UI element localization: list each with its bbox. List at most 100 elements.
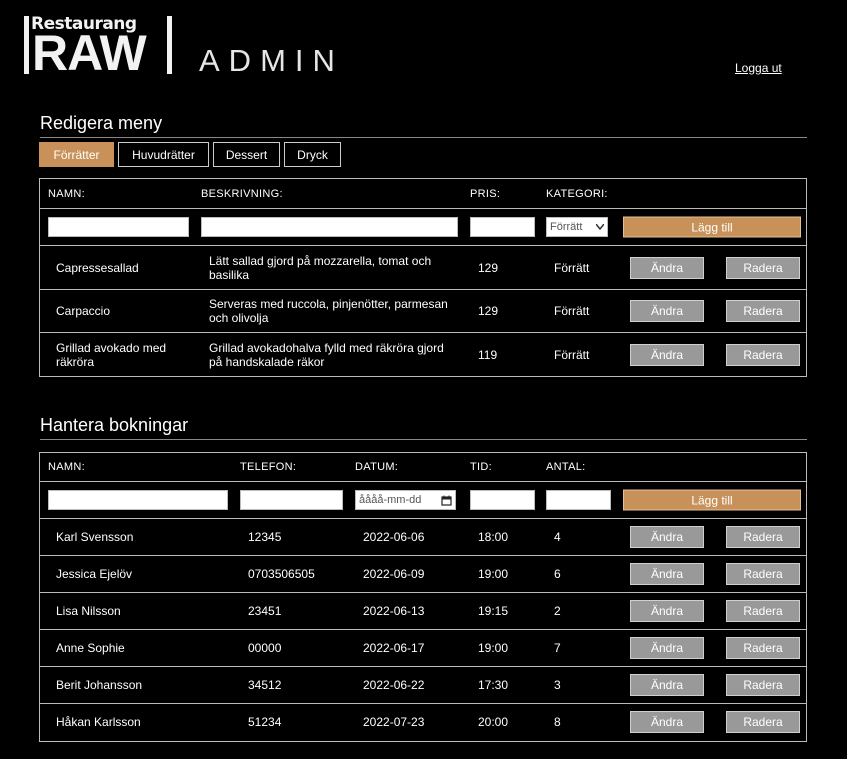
booking-row: Jessica Ejelöv 0703506505 2022-06-09 19:… — [40, 556, 806, 593]
dish-description: Lätt sallad gjord på mozzarella, tomat o… — [209, 253, 432, 282]
column-header-category: KATEGORI: — [546, 187, 608, 200]
delete-booking-button[interactable]: Radera — [726, 526, 800, 548]
column-header-description: BESKRIVNING: — [201, 187, 283, 200]
booking-date: 2022-06-22 — [363, 678, 425, 692]
booking-phone: 00000 — [248, 641, 282, 655]
booking-time: 19:00 — [478, 641, 509, 655]
booking-row: Håkan Karlsson 51234 2022-07-23 20:00 8 … — [40, 704, 806, 740]
booking-phone: 0703506505 — [248, 567, 315, 581]
delete-booking-button[interactable]: Radera — [726, 563, 800, 585]
booking-row: Karl Svensson 12345 2022-06-06 18:00 4 Ä… — [40, 519, 806, 556]
delete-dish-button[interactable]: Radera — [726, 300, 800, 322]
category-select[interactable]: Förrätt — [546, 217, 608, 237]
booking-count: 2 — [554, 604, 561, 618]
chevron-down-icon — [596, 224, 604, 230]
column-header-phone: TELEFON: — [240, 461, 297, 473]
tab-dessert[interactable]: Dessert — [213, 142, 280, 167]
logout-link[interactable]: Logga ut — [735, 61, 782, 75]
edit-booking-button[interactable]: Ändra — [630, 637, 704, 659]
booking-phone: 12345 — [248, 530, 282, 544]
column-header-price: PRIS: — [470, 187, 501, 200]
delete-dish-button[interactable]: Radera — [726, 343, 800, 366]
date-placeholder: åååå-mm-dd — [359, 494, 422, 506]
dish-price: 119 — [478, 347, 498, 362]
column-header-time: TID: — [470, 461, 492, 473]
restaurant-logo: Restaurang RAW — [24, 14, 172, 78]
dish-category: Förrätt — [554, 260, 590, 275]
tab-huvudratter[interactable]: Huvudrätter — [118, 142, 209, 167]
delete-dish-button[interactable]: Radera — [726, 256, 800, 279]
booking-date-input[interactable]: åååå-mm-dd — [355, 490, 456, 510]
tab-forratter[interactable]: Förrätter — [39, 142, 114, 167]
menu-add-form: Förrätt Lägg till — [40, 209, 806, 246]
add-booking-button[interactable]: Lägg till — [623, 489, 801, 511]
delete-booking-button[interactable]: Radera — [726, 711, 800, 733]
booking-row: Lisa Nilsson 23451 2022-06-13 19:15 2 Än… — [40, 593, 806, 630]
booking-phone: 51234 — [248, 715, 282, 729]
booking-count: 7 — [554, 641, 561, 655]
booking-name-input[interactable] — [48, 490, 228, 510]
booking-time: 19:00 — [478, 567, 509, 581]
booking-count-input[interactable] — [546, 490, 611, 510]
booking-phone: 34512 — [248, 678, 282, 692]
edit-dish-button[interactable]: Ändra — [630, 343, 704, 366]
calendar-icon[interactable] — [441, 495, 452, 506]
booking-time: 19:15 — [478, 604, 509, 618]
dish-category: Förrätt — [554, 347, 590, 362]
delete-booking-button[interactable]: Radera — [726, 600, 800, 622]
booking-time: 18:00 — [478, 530, 509, 544]
delete-booking-button[interactable]: Radera — [726, 674, 800, 696]
booking-name: Berit Johansson — [56, 678, 143, 692]
edit-booking-button[interactable]: Ändra — [630, 526, 704, 548]
edit-booking-button[interactable]: Ändra — [630, 600, 704, 622]
page-title: ADMIN — [199, 43, 344, 78]
menu-table-header: NAMN: BESKRIVNING: PRIS: KATEGORI: — [40, 179, 806, 209]
booking-name: Anne Sophie — [56, 641, 125, 655]
booking-count: 3 — [554, 678, 561, 692]
booking-time-input[interactable] — [470, 490, 535, 510]
booking-time: 20:00 — [478, 715, 509, 729]
category-tabs: Förrätter Huvudrätter Dessert Dryck — [39, 142, 341, 167]
menu-row: Carpaccio Serveras med ruccola, pinjenöt… — [40, 290, 806, 333]
dish-description: Serveras med ruccola, pinjenötter, parme… — [209, 297, 448, 325]
menu-row: Grillad avokado med räkröra Grillad avok… — [40, 333, 806, 376]
dish-name: Grillad avokado med räkröra — [56, 340, 167, 369]
tab-dryck[interactable]: Dryck — [284, 142, 341, 167]
booking-section-title: Hantera bokningar — [40, 415, 807, 440]
booking-count: 8 — [554, 715, 561, 729]
dish-name: Capressesallad — [56, 260, 139, 275]
edit-dish-button[interactable]: Ändra — [630, 256, 704, 279]
dish-name-input[interactable] — [48, 217, 189, 237]
edit-booking-button[interactable]: Ändra — [630, 711, 704, 733]
booking-add-form: åååå-mm-dd Lägg till — [40, 482, 806, 519]
edit-dish-button[interactable]: Ändra — [630, 300, 704, 322]
booking-row: Anne Sophie 00000 2022-06-17 19:00 7 Änd… — [40, 630, 806, 667]
logo-bar-left — [24, 16, 29, 74]
menu-table: NAMN: BESKRIVNING: PRIS: KATEGORI: Förrä… — [39, 178, 807, 377]
booking-date: 2022-06-09 — [363, 567, 425, 581]
menu-row: Capressesallad Lätt sallad gjord på mozz… — [40, 246, 806, 290]
column-header-name: NAMN: — [48, 187, 85, 200]
booking-table: NAMN: TELEFON: DATUM: TID: ANTAL: åååå-m… — [39, 452, 807, 742]
category-select-value: Förrätt — [550, 221, 583, 233]
booking-row: Berit Johansson 34512 2022-06-22 17:30 3… — [40, 667, 806, 704]
edit-booking-button[interactable]: Ändra — [630, 563, 704, 585]
dish-price: 129 — [478, 304, 499, 318]
dish-price: 129 — [478, 260, 499, 275]
dish-price-input[interactable] — [470, 217, 535, 237]
edit-booking-button[interactable]: Ändra — [630, 674, 704, 696]
booking-date: 2022-06-13 — [363, 604, 425, 618]
booking-phone: 23451 — [248, 604, 282, 618]
booking-date: 2022-06-17 — [363, 641, 425, 655]
delete-booking-button[interactable]: Radera — [726, 637, 800, 659]
dish-description-input[interactable] — [201, 217, 458, 237]
booking-name: Jessica Ejelöv — [56, 567, 133, 581]
booking-phone-input[interactable] — [240, 490, 343, 510]
booking-count: 4 — [554, 530, 561, 544]
dish-name: Carpaccio — [56, 304, 111, 318]
logo-bar-right — [167, 16, 172, 74]
column-header-date: DATUM: — [355, 461, 399, 473]
booking-table-header: NAMN: TELEFON: DATUM: TID: ANTAL: — [40, 453, 806, 482]
booking-time: 17:30 — [478, 678, 509, 692]
add-dish-button[interactable]: Lägg till — [623, 216, 801, 238]
